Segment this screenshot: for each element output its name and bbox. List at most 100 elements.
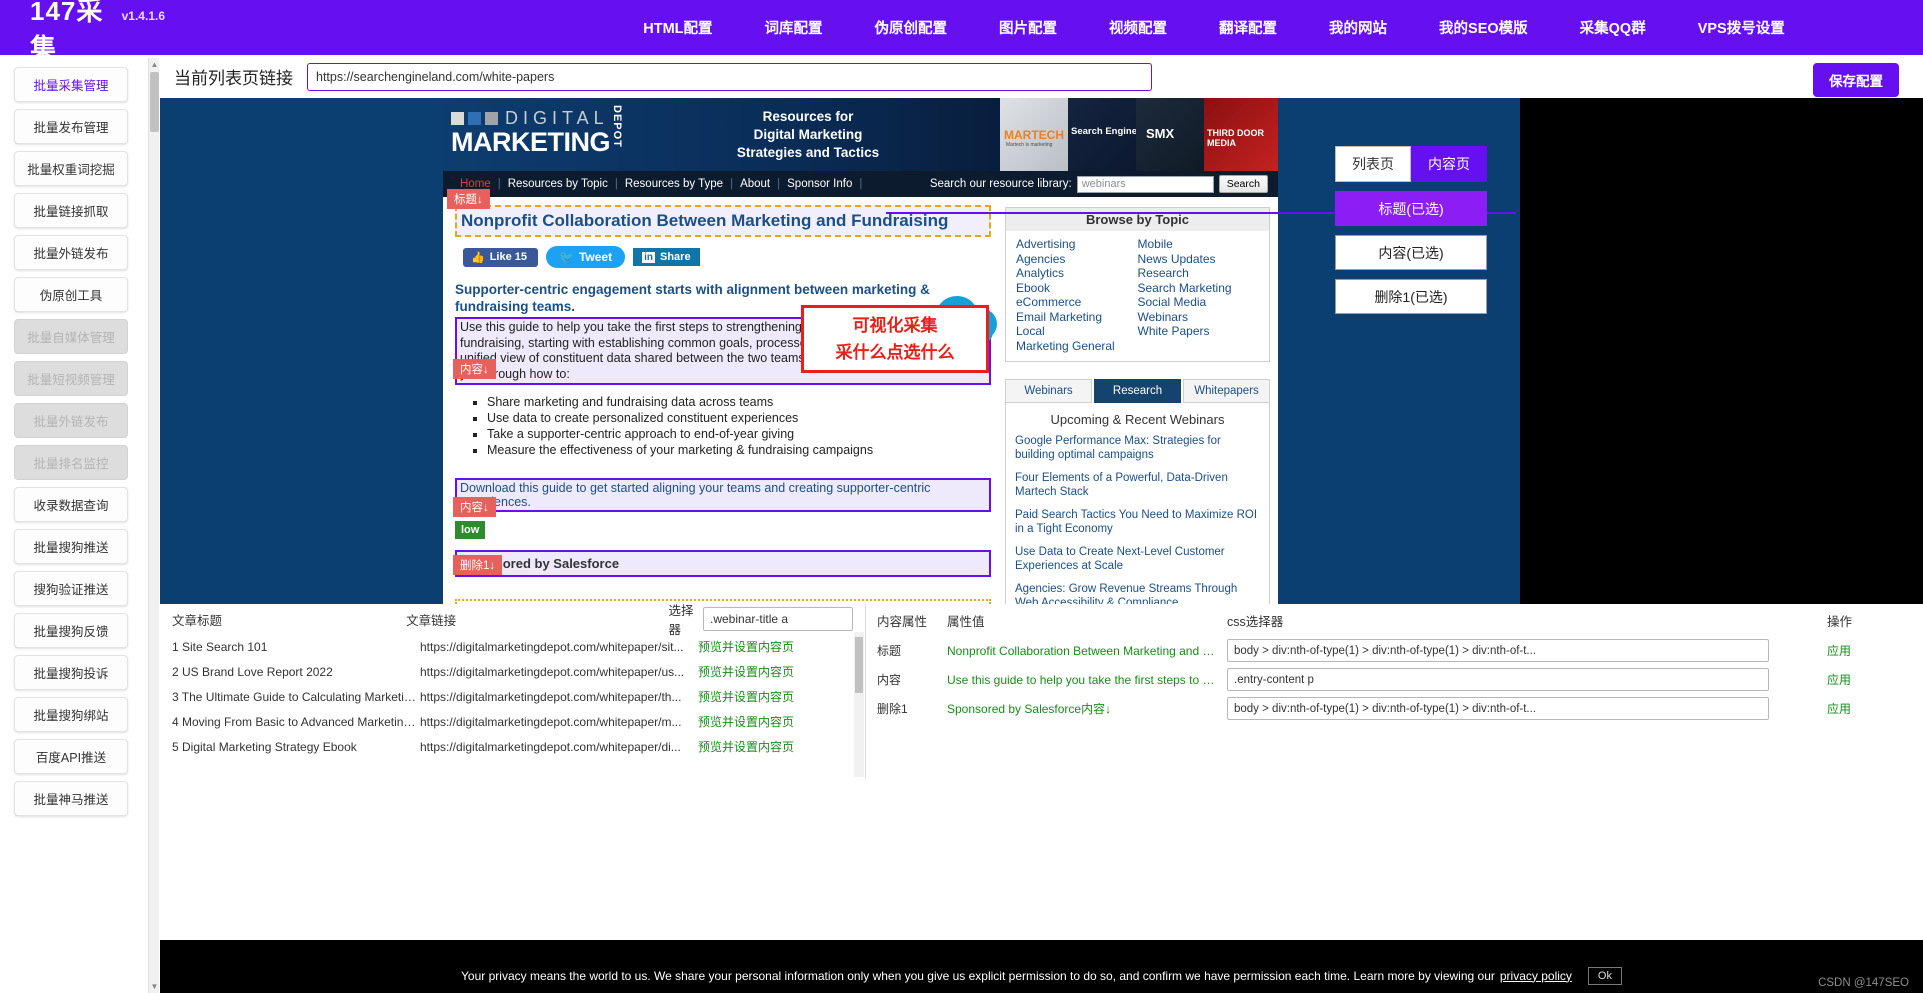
sidebar-item-sogou-complaint[interactable]: 批量搜狗投诉 — [14, 655, 128, 690]
topic-link-analytics[interactable]: Analytics — [1016, 266, 1064, 280]
sidebar-item-shenma-push[interactable]: 批量神马推送 — [14, 781, 128, 816]
topic-link-webinars[interactable]: Webinars — [1138, 310, 1188, 324]
site-nav-sponsor-info[interactable]: Sponsor Info — [780, 178, 859, 190]
tab-webinars[interactable]: Webinars — [1005, 379, 1092, 403]
privacy-ok-button[interactable]: Ok — [1588, 967, 1622, 985]
article-list-scrollbar[interactable] — [854, 632, 864, 777]
facebook-like-button[interactable]: 👍 Like 15 — [463, 248, 538, 267]
list-page-url-input[interactable] — [307, 63, 1152, 91]
scroll-up-icon[interactable]: ▲ — [150, 59, 159, 70]
twitter-tweet-button[interactable]: 🐦 Tweet — [546, 246, 625, 268]
sidebar-item-link-crawl[interactable]: 批量链接抓取 — [14, 193, 128, 228]
topic-link-social-media[interactable]: Social Media — [1138, 295, 1207, 309]
tab-content-page[interactable]: 内容页 — [1411, 146, 1487, 182]
tab-research[interactable]: Research — [1094, 379, 1181, 403]
select-content-button[interactable]: 内容(已选) — [1335, 235, 1487, 270]
site-search-button[interactable]: Search — [1219, 175, 1268, 193]
topnav-item-pseudo-original[interactable]: 伪原创配置 — [863, 11, 960, 44]
banner-search-engine-land[interactable]: Search Engine Land — [1068, 98, 1136, 171]
select-delete1-button[interactable]: 删除1(已选) — [1335, 279, 1487, 314]
list-item[interactable]: Paid Search Tactics You Need to Maximize… — [1015, 508, 1260, 536]
sidebar-scrollbar[interactable]: ▲ ▼ — [148, 58, 159, 993]
topnav-item-qq-group[interactable]: 采集QQ群 — [1568, 11, 1658, 44]
topnav-item-image[interactable]: 图片配置 — [987, 11, 1069, 44]
table-row[interactable]: 4 Moving From Basic to Advanced Marketin… — [160, 709, 865, 734]
sidebar-scroll-thumb[interactable] — [150, 72, 159, 132]
sidebar-item-pseudo-original-tool[interactable]: 伪原创工具 — [14, 277, 128, 312]
tab-whitepapers[interactable]: Whitepapers — [1183, 379, 1270, 403]
topic-link-search-marketing[interactable]: Search Marketing — [1138, 281, 1232, 295]
article-download-line[interactable]: Download this guide to get started align… — [455, 478, 991, 512]
tab-list-page[interactable]: 列表页 — [1335, 146, 1411, 182]
privacy-policy-link[interactable]: privacy policy — [1500, 969, 1572, 983]
table-row[interactable]: 3 The Ultimate Guide to Calculating Mark… — [160, 684, 865, 709]
row-preview-action[interactable]: 预览并设置内容页 — [698, 663, 794, 680]
row-preview-action[interactable]: 预览并设置内容页 — [698, 638, 794, 655]
tag-title-marker[interactable]: 标题↓ — [447, 189, 490, 209]
sidebar-item-sogou-feedback[interactable]: 批量搜狗反馈 — [14, 613, 128, 648]
topic-link-mobile[interactable]: Mobile — [1138, 237, 1173, 251]
sponsor-line[interactable]: Sponsored by Salesforce — [455, 550, 991, 577]
site-search-input[interactable] — [1077, 176, 1214, 193]
topnav-item-translate[interactable]: 翻译配置 — [1207, 11, 1289, 44]
select-title-button[interactable]: 标题(已选) — [1335, 191, 1487, 226]
css-selector-input[interactable] — [1227, 639, 1769, 662]
tag-delete-marker-1[interactable]: 删除1↓ — [453, 555, 502, 575]
topnav-item-seo-template[interactable]: 我的SEO模版 — [1427, 11, 1540, 44]
topic-link-ecommerce[interactable]: eCommerce — [1016, 295, 1081, 309]
sidebar-item-publish-management[interactable]: 批量发布管理 — [14, 109, 128, 144]
table-row[interactable]: 2 US Brand Love Report 2022 https://digi… — [160, 659, 865, 684]
topic-link-ebook[interactable]: Ebook — [1016, 281, 1050, 295]
row-preview-action[interactable]: 预览并设置内容页 — [698, 713, 794, 730]
topic-link-advertising[interactable]: Advertising — [1016, 237, 1075, 251]
sidebar-item-outlink-publish[interactable]: 批量外链发布 — [14, 235, 128, 270]
topnav-item-my-site[interactable]: 我的网站 — [1317, 11, 1399, 44]
site-nav-resources-by-type[interactable]: Resources by Type — [618, 178, 730, 190]
tag-content-marker-1[interactable]: 内容↓ — [453, 359, 496, 379]
save-config-button[interactable]: 保存配置 — [1813, 63, 1899, 97]
topnav-item-lexicon[interactable]: 词库配置 — [753, 11, 835, 44]
sidebar-item-sogou-bind[interactable]: 批量搜狗绑站 — [14, 697, 128, 732]
article-list-scroll-thumb[interactable] — [855, 637, 863, 693]
list-item[interactable]: Use Data to Create Next-Level Customer E… — [1015, 545, 1260, 573]
table-row[interactable]: 1 Site Search 101 https://digitalmarketi… — [160, 634, 865, 659]
sidebar-item-keyword-mining[interactable]: 批量权重词挖掘 — [14, 151, 128, 186]
sidebar-item-collect-management[interactable]: 批量采集管理 — [14, 67, 128, 102]
sidebar-item-baidu-api-push[interactable]: 百度API推送 — [14, 739, 128, 774]
css-selector-input[interactable] — [1227, 697, 1769, 720]
sidebar-item-index-query[interactable]: 收录数据查询 — [14, 487, 128, 522]
banner-smx[interactable]: SMX — [1136, 98, 1204, 171]
topic-link-marketing-general[interactable]: Marketing General — [1016, 339, 1115, 353]
apply-button[interactable]: 应用 — [1827, 671, 1887, 688]
table-row[interactable]: 5 Digital Marketing Strategy Ebook https… — [160, 734, 865, 759]
topnav-item-html[interactable]: HTML配置 — [631, 11, 724, 44]
selector-input[interactable] — [703, 607, 853, 631]
scroll-down-icon[interactable]: ▼ — [150, 981, 159, 992]
article-title[interactable]: Nonprofit Collaboration Between Marketin… — [455, 205, 991, 237]
list-item[interactable]: Agencies: Grow Revenue Streams Through W… — [1015, 582, 1260, 604]
apply-button[interactable]: 应用 — [1827, 700, 1887, 717]
tag-content-marker-2[interactable]: 内容↓ — [453, 497, 496, 517]
page-preview-frame[interactable]: DIGITAL MARKETING DEPOT Resources for Di… — [160, 98, 1923, 604]
list-item[interactable]: Four Elements of a Powerful, Data-Driven… — [1015, 471, 1260, 499]
topic-link-local[interactable]: Local — [1016, 324, 1045, 338]
banner-third-door-media[interactable]: THIRD DOOR MEDIA — [1204, 98, 1278, 171]
site-nav-resources-by-topic[interactable]: Resources by Topic — [501, 178, 615, 190]
topic-link-agencies[interactable]: Agencies — [1016, 252, 1065, 266]
sidebar-item-sogou-push[interactable]: 批量搜狗推送 — [14, 529, 128, 564]
topnav-item-vps[interactable]: VPS拨号设置 — [1686, 11, 1797, 44]
row-preview-action[interactable]: 预览并设置内容页 — [698, 688, 794, 705]
row-preview-action[interactable]: 预览并设置内容页 — [698, 738, 794, 755]
linkedin-share-button[interactable]: in Share — [633, 248, 699, 266]
topic-link-email-marketing[interactable]: Email Marketing — [1016, 310, 1102, 324]
topic-link-research[interactable]: Research — [1138, 266, 1189, 280]
site-nav-about[interactable]: About — [733, 178, 777, 190]
list-item[interactable]: Google Performance Max: Strategies for b… — [1015, 434, 1260, 462]
topic-link-white-papers[interactable]: White Papers — [1138, 324, 1210, 338]
css-selector-input[interactable] — [1227, 668, 1769, 691]
banner-martech[interactable]: MARTECH Martech is marketing — [1000, 98, 1068, 171]
topic-link-news-updates[interactable]: News Updates — [1138, 252, 1216, 266]
apply-button[interactable]: 应用 — [1827, 642, 1887, 659]
sidebar-item-sogou-verify-push[interactable]: 搜狗验证推送 — [14, 571, 128, 606]
topnav-item-video[interactable]: 视频配置 — [1097, 11, 1179, 44]
